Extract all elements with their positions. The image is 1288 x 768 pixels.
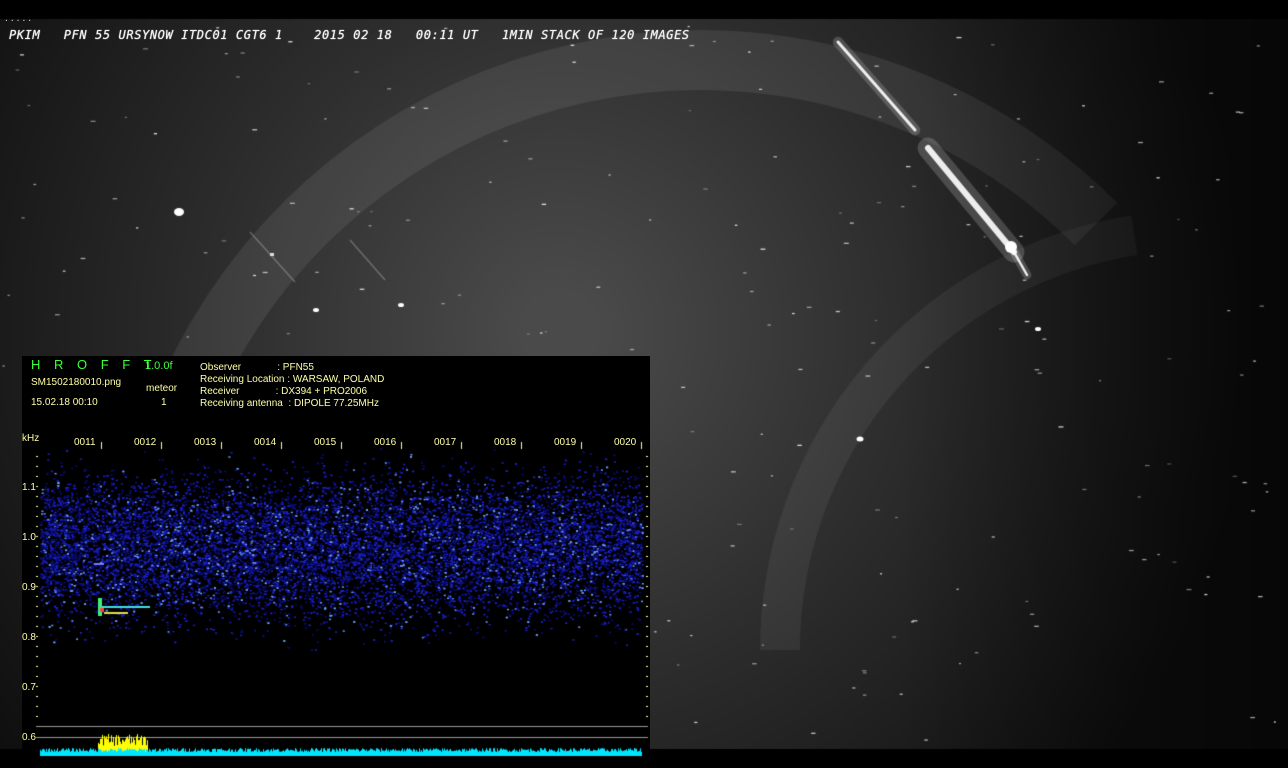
x-tick-label: 0020	[614, 437, 637, 448]
x-tick-label: 0016	[374, 437, 397, 448]
meteor-count: 1	[161, 397, 167, 408]
meteor-label: meteor	[146, 383, 178, 394]
spectrogram-plot	[22, 356, 650, 762]
x-tick-label: 0011	[74, 437, 96, 448]
x-tick-label: 0015	[314, 437, 337, 448]
y-tick-label: 0.6	[22, 732, 36, 743]
hro-filename: SM1502180010.png	[31, 377, 122, 388]
hro-version: 1.0.0f	[145, 360, 173, 372]
y-tick-label: 1.1	[22, 482, 36, 493]
observer-line: Observer : PFN55	[200, 362, 314, 373]
antenna-line: Receiving antenna : DIPOLE 77.25MHz	[200, 398, 379, 409]
y-tick-label: 0.8	[22, 632, 36, 643]
y-tick-label: 0.7	[22, 682, 36, 693]
corner-mark: .....	[4, 14, 34, 23]
x-tick-label: 0013	[194, 437, 217, 448]
location-line: Receiving Location : WARSAW, POLAND	[200, 374, 385, 385]
receiver-line: Receiver : DX394 + PRO2006	[200, 386, 368, 397]
hro-title: H R O F F T	[31, 357, 157, 372]
x-tick-label: 0012	[134, 437, 157, 448]
y-unit-label: kHz	[22, 433, 40, 444]
y-tick-label: 1.0	[22, 532, 36, 543]
hro-datetime: 15.02.18 00:10	[31, 397, 98, 408]
x-tick-label: 0019	[554, 437, 577, 448]
hro-spectrogram-panel: H R O F F T 1.0.0f SM1502180010.png 15.0…	[22, 356, 650, 762]
x-tick-label: 0017	[434, 437, 457, 448]
x-tick-label: 0018	[494, 437, 517, 448]
y-tick-label: 0.9	[22, 582, 36, 593]
camera-caption: PKIM PFN 55 URSYNOW ITDC01 CGT6 1 2015 0…	[9, 28, 690, 42]
x-tick-label: 0014	[254, 437, 277, 448]
